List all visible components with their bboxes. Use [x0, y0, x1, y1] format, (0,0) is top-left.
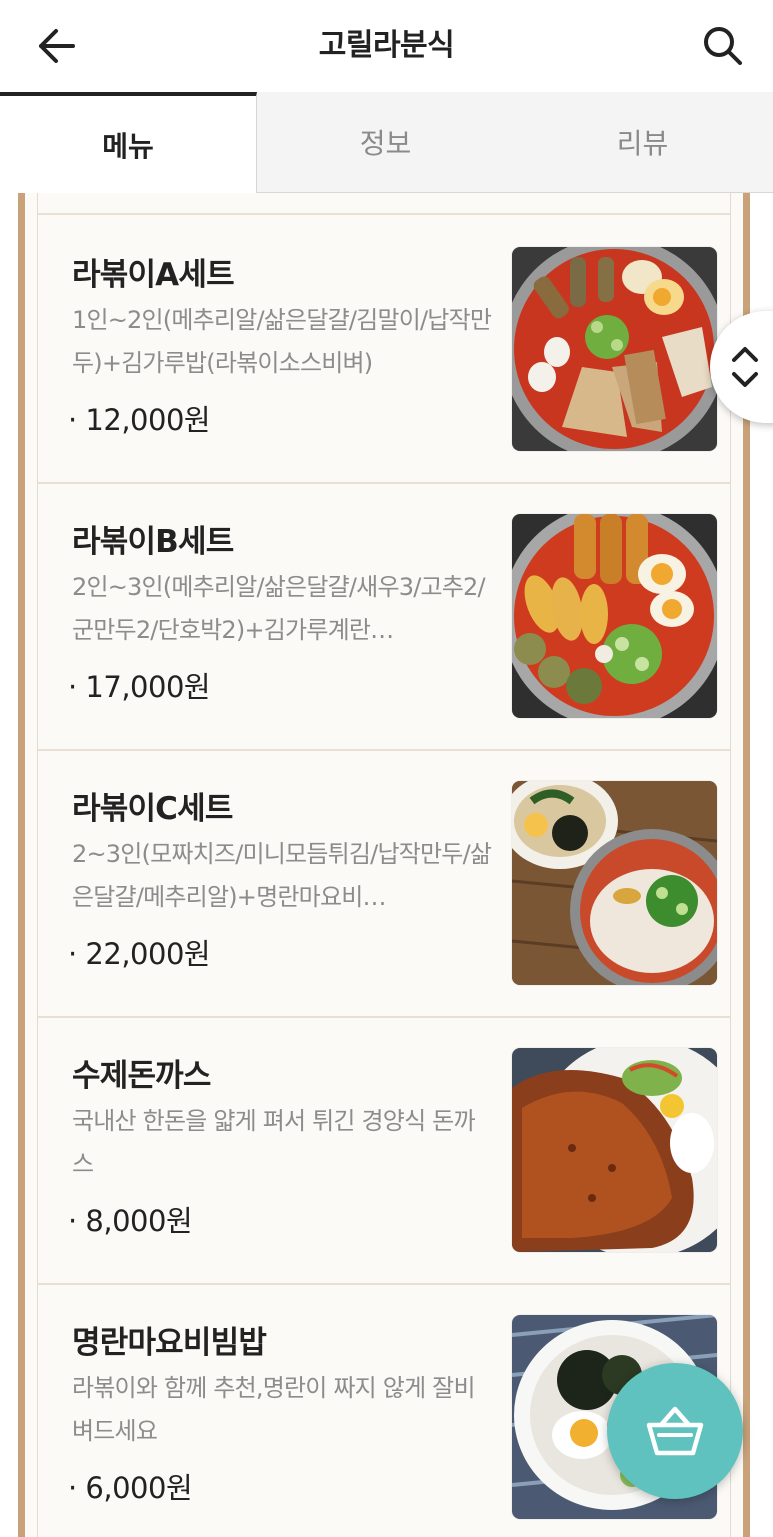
tab-bar: 메뉴 정보 리뷰 — [0, 92, 773, 193]
menu-item-description: 1인~2인(메추리알/삶은달걀/김말이/납작만두)+김가루밥(라볶이소스비벼) — [72, 306, 492, 377]
page-title: 고릴라분식 — [318, 28, 455, 63]
tab-menu[interactable]: 메뉴 — [0, 92, 257, 193]
menu-item-name: 라볶이A세트 — [72, 257, 235, 293]
menu-item-price: · 17,000원 — [68, 670, 211, 704]
tab-reviews[interactable]: 리뷰 — [514, 92, 771, 192]
menu-item-photo — [512, 1048, 717, 1252]
menu-item-photo — [512, 781, 717, 985]
search-button[interactable] — [697, 20, 749, 72]
menu-item-description: 2~3인(모짜치즈/미니모듬튀김/납작만두/삶은달걀/메추리알)+명란마요비… — [72, 840, 492, 911]
menu-item-description: 국내산 한돈을 얇게 펴서 튀긴 경양식 돈까스 — [72, 1107, 476, 1178]
menu-item-price: · 22,000원 — [68, 937, 211, 971]
menu-item-photo — [512, 247, 717, 451]
menu-item-description: 2인~3인(메추리알/삶은달걀/새우3/고추2/군만두2/단호박2)+김가루계란… — [72, 573, 486, 644]
tab-info[interactable]: 정보 — [257, 92, 514, 192]
menu-item[interactable]: 수제돈까스 국내산 한돈을 얇게 펴서 튀긴 경양식 돈까스 · 8,000원 — [38, 1016, 730, 1285]
menu-item-description: 라볶이와 함께 추천,명란이 짜지 않게 잘비벼드세요 — [72, 1374, 476, 1445]
menu-item-name: 라볶이B세트 — [72, 524, 234, 560]
menu-item-price: · 6,000원 — [68, 1471, 193, 1505]
menu-content[interactable]: 라볶이A세트 1인~2인(메추리알/삶은달걀/김말이/납작만두)+김가루밥(라볶… — [0, 193, 773, 1537]
menu-board: 라볶이A세트 1인~2인(메추리알/삶은달걀/김말이/납작만두)+김가루밥(라볶… — [18, 193, 750, 1537]
search-icon — [704, 27, 742, 65]
menu-item-name: 라볶이C세트 — [72, 791, 233, 827]
basket-icon — [646, 1406, 704, 1456]
menu-item-price: · 8,000원 — [68, 1204, 193, 1238]
menu-list: 라볶이A세트 1인~2인(메추리알/삶은달걀/김말이/납작만두)+김가루밥(라볶… — [37, 193, 731, 1537]
chevron-up-down-icon — [732, 347, 758, 387]
app-header: 고릴라분식 — [0, 0, 773, 92]
menu-item[interactable]: 라볶이A세트 1인~2인(메추리알/삶은달걀/김말이/납작만두)+김가루밥(라볶… — [38, 215, 730, 484]
menu-item-photo — [512, 514, 717, 718]
menu-item[interactable]: 라볶이B세트 2인~3인(메추리알/삶은달걀/새우3/고추2/군만두2/단호박2… — [38, 482, 730, 751]
menu-item[interactable]: 라볶이C세트 2~3인(모짜치즈/미니모듬튀김/납작만두/삶은달걀/메추리알)+… — [38, 749, 730, 1018]
menu-item-price: · 12,000원 — [68, 403, 211, 437]
menu-item-name: 명란마요비빔밥 — [72, 1325, 267, 1361]
cart-button[interactable] — [607, 1363, 743, 1499]
menu-item-name: 수제돈까스 — [72, 1058, 211, 1094]
